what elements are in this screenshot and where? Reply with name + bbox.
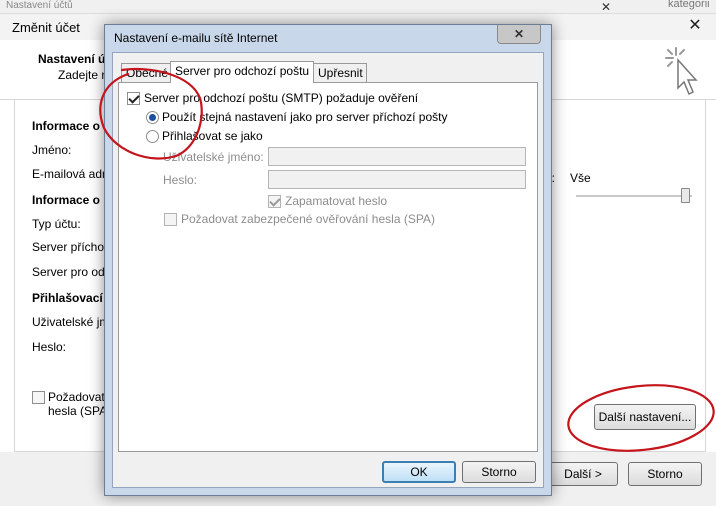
tab-general[interactable]: Obecné — [121, 63, 171, 83]
log-on-using-label[interactable]: Přihlašovat se jako — [162, 129, 263, 143]
next-button[interactable]: Další > — [548, 462, 618, 486]
dialog-title: Nastavení e-mailu sítě Internet — [114, 31, 278, 45]
secure-password-auth-label: Požadovat zabezpečené ověřování hesla (S… — [181, 212, 435, 226]
more-settings-button[interactable]: Další nastavení... — [594, 404, 696, 430]
remember-password-checkbox[interactable] — [268, 195, 281, 208]
ok-button[interactable]: OK — [382, 461, 456, 483]
window-close-icon[interactable]: ✕ — [680, 16, 710, 36]
parent-category-text: kategorii — [668, 0, 710, 10]
incoming-server-label: Server příchoz — [32, 240, 111, 254]
spa-label-line1: Požadovat — [48, 390, 105, 404]
tab-advanced[interactable]: Upřesnit — [313, 63, 367, 83]
wizard-header-subtitle: Zadejte n — [58, 68, 109, 82]
use-same-settings-label[interactable]: Použít stejná nastavení jako pro server … — [162, 110, 447, 124]
tab-outgoing-server[interactable]: Server pro odchozí poštu — [170, 61, 314, 83]
parent-close-icon[interactable]: ✕ — [592, 0, 620, 14]
window-title: Změnit účet — [12, 20, 80, 35]
name-label: Jméno: — [32, 143, 72, 157]
email-label: E-mailová adre — [32, 167, 113, 181]
smtp-password-label: Heslo: — [163, 173, 198, 187]
offline-mail-slider-track[interactable] — [576, 195, 692, 197]
user-info-heading: Informace o u — [32, 119, 111, 133]
server-info-heading: Informace o s — [32, 193, 111, 207]
smtp-auth-label[interactable]: Server pro odchozí poštu (SMTP) požaduje… — [144, 91, 418, 105]
wizard-cancel-button[interactable]: Storno — [628, 462, 702, 486]
smtp-username-label: Uživatelské jméno: — [163, 150, 264, 164]
cursor-click-icon — [665, 47, 698, 96]
wizard-header-title: Nastavení ú — [38, 52, 106, 66]
log-on-using-radio[interactable] — [146, 130, 159, 143]
dialog-cancel-button[interactable]: Storno — [462, 461, 536, 483]
smtp-auth-checkbox[interactable] — [127, 92, 140, 105]
spa-checkbox[interactable] — [32, 391, 45, 404]
password-label: Heslo: — [32, 340, 67, 354]
offline-mail-value: Vše — [570, 171, 591, 185]
offline-mail-slider-thumb[interactable] — [681, 188, 690, 203]
smtp-password-input[interactable] — [268, 170, 526, 189]
outgoing-server-label: Server pro odc — [32, 265, 111, 279]
spa-label-line2: hesla (SPA) — [48, 404, 112, 418]
username-label: Uživatelské jm — [32, 315, 110, 329]
remember-password-label: Zapamatovat heslo — [285, 194, 388, 208]
use-same-settings-radio[interactable] — [146, 111, 159, 124]
secure-password-auth-checkbox[interactable] — [164, 213, 177, 226]
parent-window-title: Nastavení účtů — [6, 0, 73, 11]
dialog-close-icon[interactable]: ✕ — [497, 25, 541, 44]
account-type-label: Typ účtu: — [32, 217, 81, 231]
smtp-username-input[interactable] — [268, 147, 526, 166]
